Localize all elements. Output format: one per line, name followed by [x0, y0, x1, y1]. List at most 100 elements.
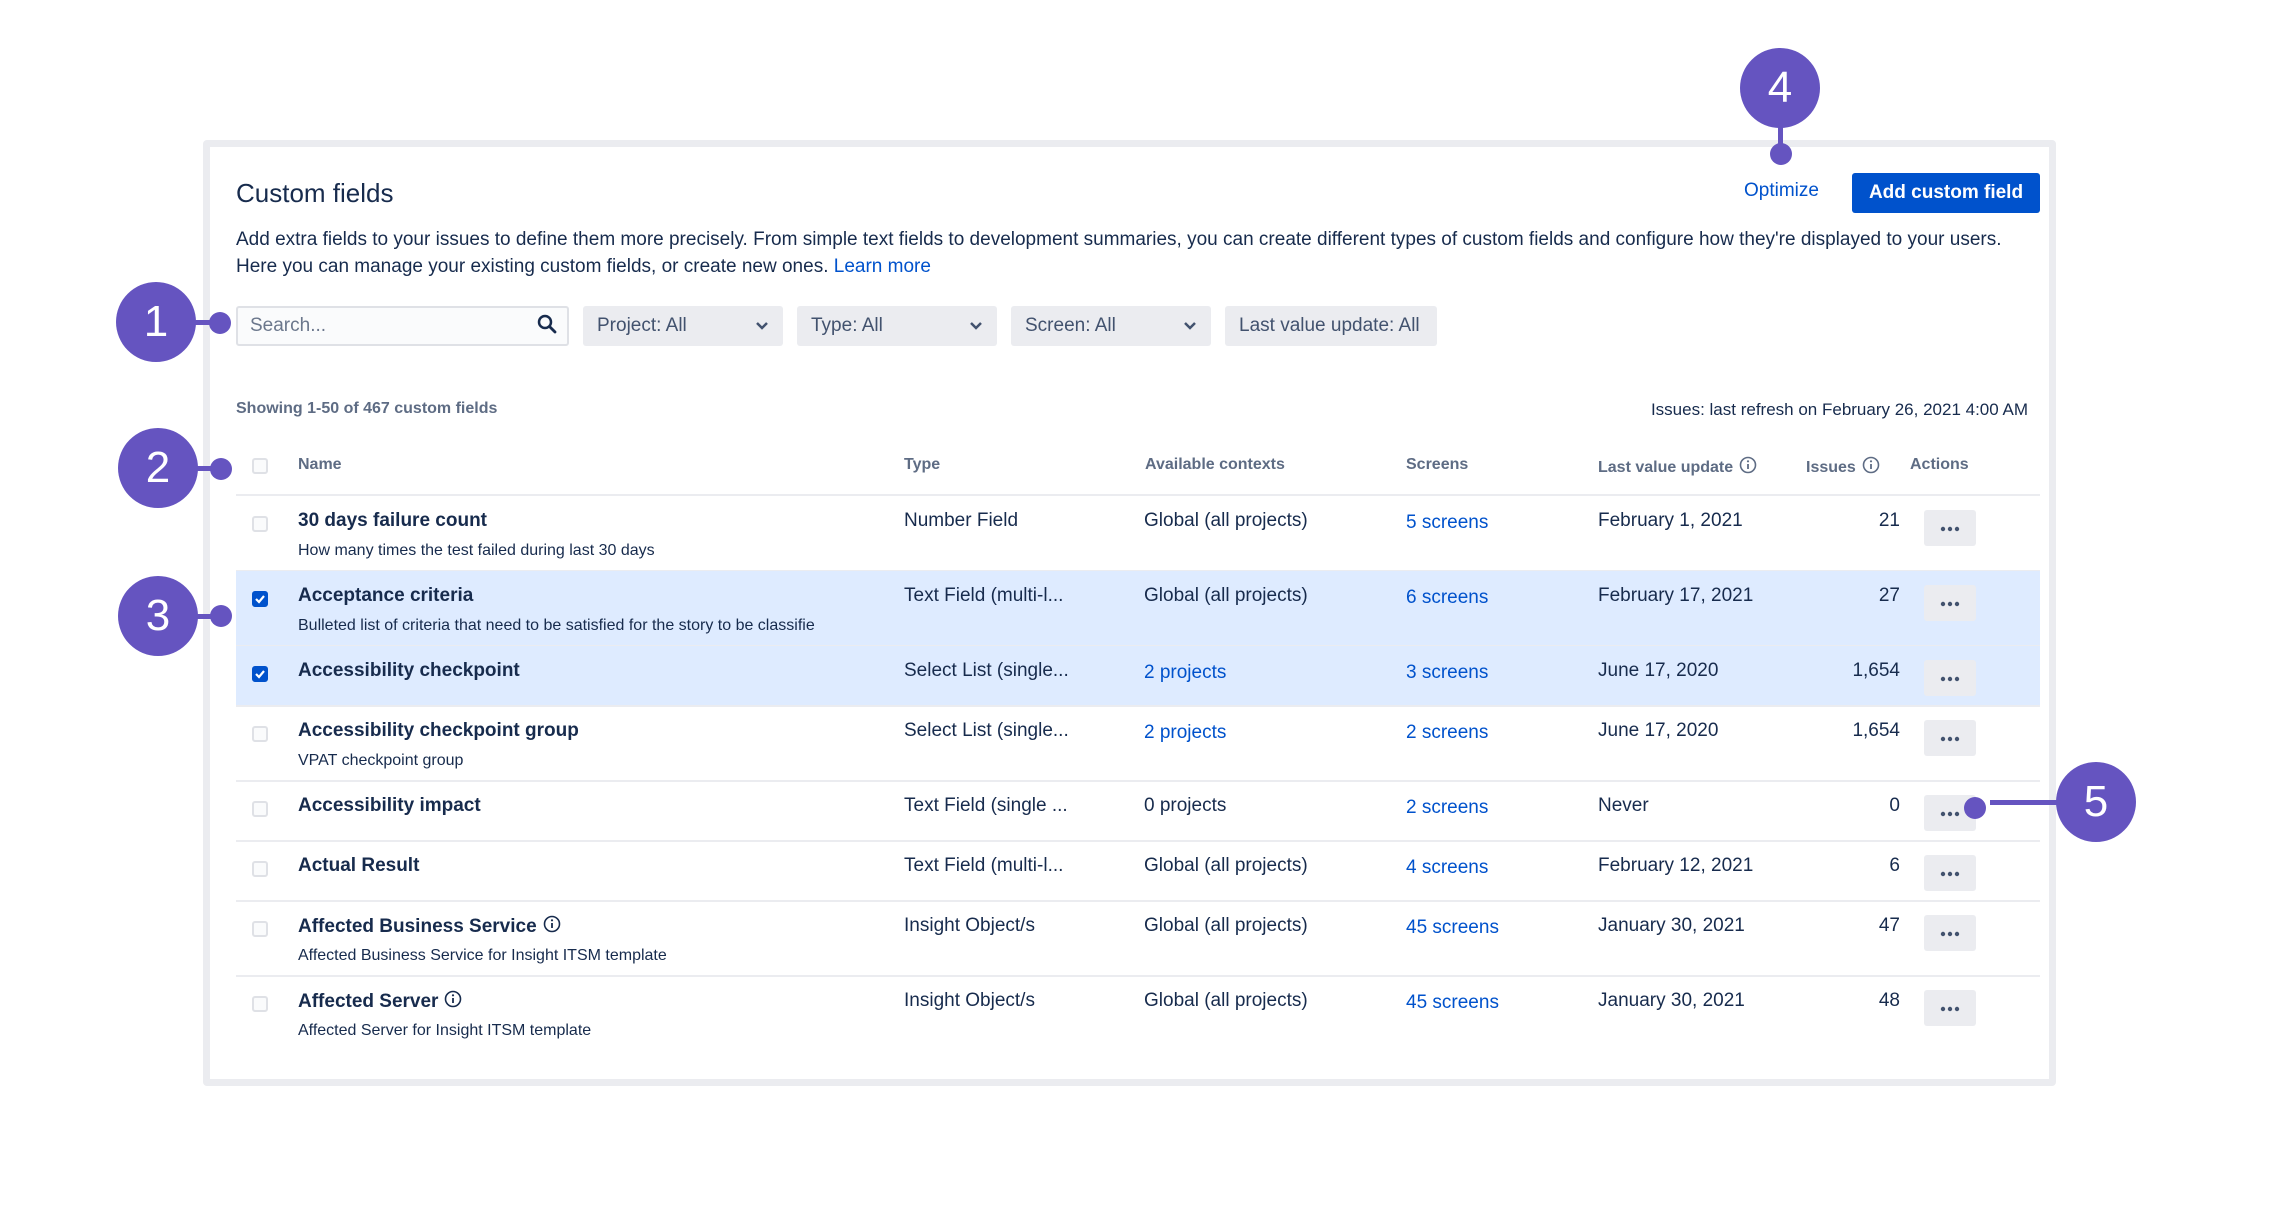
- more-actions-button[interactable]: [1924, 660, 1976, 696]
- field-contexts[interactable]: 2 projects: [1144, 722, 1226, 744]
- field-contexts: 0 projects: [1144, 795, 1227, 816]
- field-issues-count: 48: [1878, 990, 1900, 1011]
- field-type: Select List (single...: [904, 720, 1069, 741]
- field-name-label: Acceptance criteria: [298, 585, 474, 606]
- field-name[interactable]: Accessibility checkpoint group: [298, 720, 579, 742]
- field-screens-link[interactable]: 45 screens: [1406, 917, 1499, 939]
- ellipsis-icon: [1940, 864, 1960, 882]
- more-actions-button[interactable]: [1924, 585, 1976, 621]
- field-description: VPAT checkpoint group: [298, 752, 464, 769]
- callout-4: 4: [1740, 48, 1820, 128]
- learn-more-link[interactable]: Learn more: [834, 256, 931, 277]
- field-issues-count: 47: [1878, 915, 1900, 936]
- column-last-value-label: Last value update: [1598, 458, 1734, 476]
- info-icon[interactable]: [444, 990, 462, 1014]
- chevron-down-icon: [969, 315, 983, 337]
- ellipsis-icon: [1940, 924, 1960, 942]
- field-name[interactable]: 30 days failure count: [298, 510, 487, 532]
- more-actions-button[interactable]: [1924, 510, 1976, 546]
- row-divider: [236, 840, 2040, 842]
- row-checkbox[interactable]: [252, 666, 268, 682]
- field-type: Text Field (multi-l...: [904, 855, 1064, 876]
- search-field[interactable]: [236, 306, 569, 346]
- page-description: Add extra fields to your issues to defin…: [236, 226, 2036, 280]
- field-issues-count: 21: [1878, 510, 1900, 531]
- row-checkbox[interactable]: [252, 996, 268, 1012]
- callout-5: 5: [2056, 762, 2136, 842]
- description-text: Add extra fields to your issues to defin…: [236, 229, 2002, 277]
- field-screens-link[interactable]: 4 screens: [1406, 857, 1488, 879]
- column-issues[interactable]: Issues: [1806, 456, 1880, 479]
- screen-filter-label: Screen: All: [1025, 315, 1116, 336]
- field-screens-link[interactable]: 5 screens: [1406, 512, 1488, 534]
- field-name[interactable]: Accessibility impact: [298, 795, 481, 817]
- more-actions-button[interactable]: [1924, 855, 1976, 891]
- row-checkbox[interactable]: [252, 726, 268, 742]
- field-screens-link[interactable]: 6 screens: [1406, 587, 1488, 609]
- row-checkbox[interactable]: [252, 921, 268, 937]
- field-name-label: Affected Business Service: [298, 916, 537, 937]
- field-name[interactable]: Acceptance criteria: [298, 585, 473, 607]
- field-description: Affected Server for Insight ITSM templat…: [298, 1022, 592, 1039]
- more-actions-button[interactable]: [1924, 915, 1976, 951]
- row-divider: [236, 900, 2040, 902]
- field-description: Bulleted list of criteria that need to b…: [298, 617, 815, 634]
- field-name-label: Accessibility checkpoint group: [298, 720, 579, 741]
- column-name[interactable]: Name: [298, 456, 342, 474]
- more-actions-button[interactable]: [1924, 990, 1976, 1026]
- add-custom-field-button[interactable]: Add custom field: [1852, 173, 2040, 213]
- field-type: Text Field (single ...: [904, 795, 1068, 816]
- field-last-value: June 17, 2020: [1598, 660, 1719, 681]
- field-type: Insight Object/s: [904, 915, 1035, 936]
- field-name[interactable]: Actual Result: [298, 855, 419, 877]
- ellipsis-icon: [1940, 519, 1960, 537]
- column-contexts[interactable]: Available contexts: [1145, 456, 1285, 474]
- search-icon[interactable]: [537, 314, 557, 339]
- field-name[interactable]: Accessibility checkpoint: [298, 660, 520, 682]
- row-checkbox[interactable]: [252, 516, 268, 532]
- ellipsis-icon: [1940, 729, 1960, 747]
- field-name[interactable]: Affected Business Service: [298, 915, 561, 939]
- column-screens[interactable]: Screens: [1406, 456, 1468, 474]
- column-last-value[interactable]: Last value update: [1598, 456, 1757, 479]
- field-screens-link[interactable]: 2 screens: [1406, 722, 1488, 744]
- chevron-down-icon: [755, 315, 769, 337]
- callout-1: 1: [116, 282, 196, 362]
- field-contexts[interactable]: 2 projects: [1144, 662, 1226, 684]
- optimize-link[interactable]: Optimize: [1744, 180, 1819, 202]
- screen-filter[interactable]: Screen: All: [1011, 306, 1211, 346]
- column-type[interactable]: Type: [904, 456, 940, 474]
- select-all-checkbox[interactable]: [252, 458, 268, 474]
- search-input[interactable]: [248, 314, 537, 338]
- callout-4-dot: [1770, 143, 1792, 165]
- field-last-value: January 30, 2021: [1598, 990, 1745, 1011]
- info-icon[interactable]: [543, 915, 561, 939]
- callout-2: 2: [118, 428, 198, 508]
- field-screens-link[interactable]: 2 screens: [1406, 797, 1488, 819]
- field-screens-link[interactable]: 3 screens: [1406, 662, 1488, 684]
- column-issues-label: Issues: [1806, 458, 1856, 476]
- field-issues-count: 27: [1878, 585, 1900, 606]
- last-value-filter[interactable]: Last value update: All: [1225, 306, 1437, 346]
- type-filter[interactable]: Type: All: [797, 306, 997, 346]
- row-checkbox[interactable]: [252, 801, 268, 817]
- field-name[interactable]: Affected Server: [298, 990, 462, 1014]
- callout-1-dot: [209, 312, 231, 334]
- info-icon[interactable]: [1862, 456, 1880, 479]
- row-divider: [236, 975, 2040, 977]
- field-issues-count: 0: [1889, 795, 1900, 816]
- more-actions-button[interactable]: [1924, 720, 1976, 756]
- last-value-filter-label: Last value update: All: [1239, 315, 1420, 336]
- type-filter-label: Type: All: [811, 315, 883, 336]
- row-checkbox[interactable]: [252, 591, 268, 607]
- results-count: Showing 1-50 of 467 custom fields: [236, 400, 498, 417]
- field-type: Number Field: [904, 510, 1019, 531]
- field-name-label: Accessibility impact: [298, 795, 481, 816]
- info-icon[interactable]: [1739, 456, 1757, 479]
- row-divider: [236, 705, 2040, 707]
- field-description: How many times the test failed during la…: [298, 542, 655, 559]
- project-filter[interactable]: Project: All: [583, 306, 783, 346]
- field-screens-link[interactable]: 45 screens: [1406, 992, 1499, 1014]
- field-issues-count: 6: [1889, 855, 1900, 876]
- row-checkbox[interactable]: [252, 861, 268, 877]
